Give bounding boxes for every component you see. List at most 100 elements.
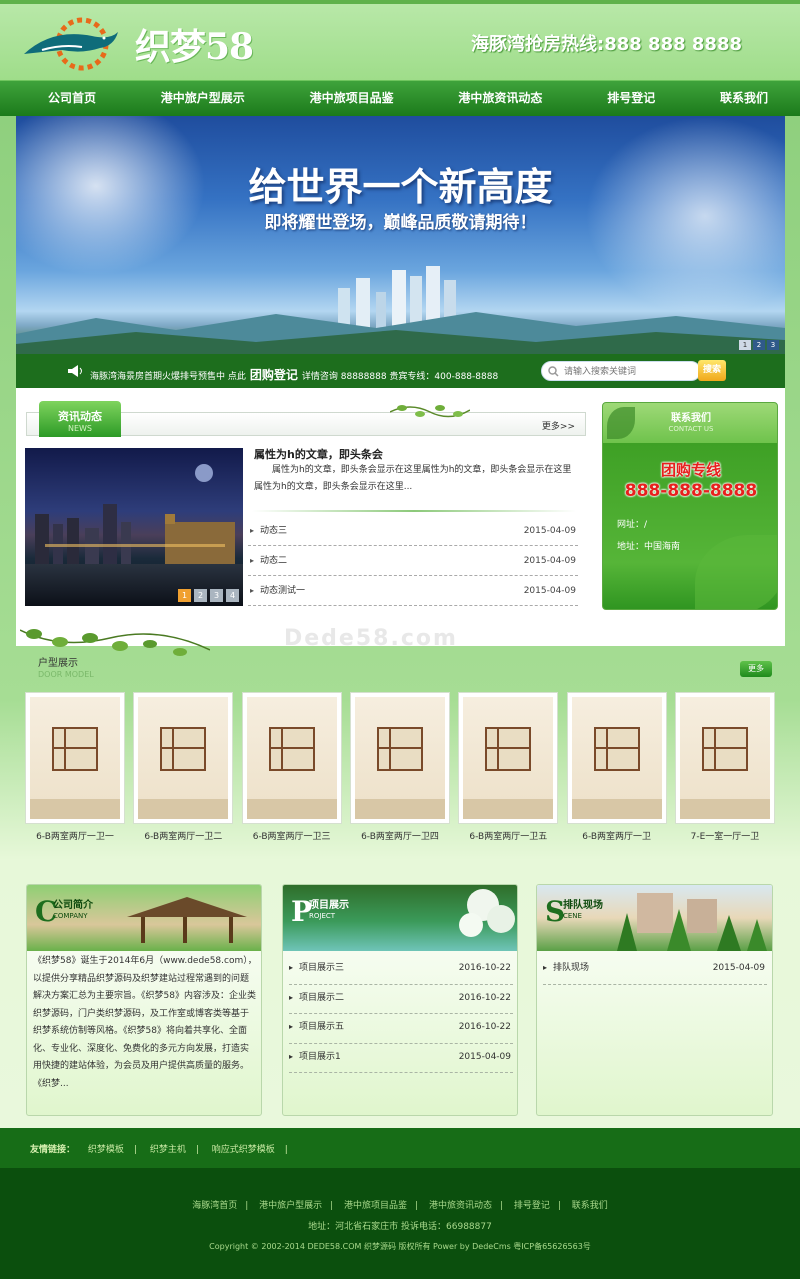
floor-plan-caption[interactable]: 6-B两室两厅一卫一 bbox=[25, 829, 125, 842]
news-title[interactable]: 动态测试一 bbox=[260, 586, 305, 596]
list-item[interactable]: ▸ 项目展示二 2016-10-22 bbox=[289, 985, 513, 1014]
project-title[interactable]: 项目展示 ROJECT bbox=[309, 901, 349, 921]
footer-link[interactable]: 港中旅资讯动态 bbox=[429, 1201, 492, 1211]
watermark: Dede58.com bbox=[284, 626, 458, 651]
company-box: C 公司简介 COMPANY 《织梦58》诞生于2014年6月（www.dede… bbox=[26, 884, 262, 1116]
arrow-right-icon: ▸ bbox=[289, 1022, 294, 1031]
nav-item-news[interactable]: 港中旅资讯动态 bbox=[458, 81, 542, 115]
floor-plan-caption[interactable]: 6-B两室两厅一卫三 bbox=[242, 829, 342, 842]
banner-dot[interactable]: 1 bbox=[739, 340, 751, 350]
dolphin-logo-icon[interactable] bbox=[22, 14, 122, 74]
banner-dot[interactable]: 2 bbox=[753, 340, 765, 350]
floor-plan-caption[interactable]: 7-E一室一厅一卫 bbox=[675, 829, 775, 842]
friend-link[interactable]: 响应式织梦模板 bbox=[212, 1145, 275, 1155]
floor-plan-image[interactable] bbox=[25, 692, 125, 824]
project-date: 2016-10-22 bbox=[458, 1022, 511, 1032]
project-title[interactable]: 项目展示二 bbox=[299, 993, 344, 1003]
floor-plan-image[interactable] bbox=[133, 692, 234, 824]
floor-plan-card[interactable]: 6-B两室两厅一卫四 bbox=[349, 692, 450, 842]
project-title[interactable]: 项目展示1 bbox=[299, 1052, 341, 1062]
news-more-link[interactable]: 更多>> bbox=[542, 419, 575, 432]
door-more-button[interactable]: 更多 bbox=[740, 661, 772, 677]
news-title[interactable]: 动态三 bbox=[260, 526, 287, 536]
footer-link[interactable]: 港中旅户型展示 bbox=[259, 1201, 322, 1211]
divider bbox=[252, 510, 576, 512]
project-date: 2016-10-22 bbox=[458, 963, 511, 973]
floor-plan-image[interactable] bbox=[349, 692, 450, 824]
news-tab[interactable]: 资讯动态 NEWS bbox=[39, 401, 121, 437]
blossom-tree-icon bbox=[459, 889, 515, 937]
hotline: 海豚湾抢房热线:888 888 8888 bbox=[471, 34, 742, 55]
search-button[interactable]: 搜索 bbox=[698, 360, 726, 381]
slide-dot[interactable]: 3 bbox=[210, 589, 223, 602]
door-title-cn: 户型展示 bbox=[38, 658, 78, 669]
scene-title[interactable]: 排队现场 CENE bbox=[563, 901, 603, 921]
news-tab-title: 资讯动态 bbox=[58, 410, 102, 423]
list-item[interactable]: ▸ 项目展示三 2016-10-22 bbox=[289, 955, 513, 985]
contact-address: 地址：中国海南 bbox=[617, 542, 681, 552]
footer-link[interactable]: 联系我们 bbox=[572, 1201, 608, 1211]
floor-plan-card[interactable]: 6-B两室两厅一卫 bbox=[566, 692, 667, 842]
nav-item-home[interactable]: 公司首页 bbox=[48, 81, 96, 115]
tuangou-link[interactable]: 团购登记 bbox=[250, 368, 298, 382]
banner-dot[interactable]: 3 bbox=[767, 340, 779, 350]
main-nav: 公司首页 港中旅户型展示 港中旅项目品鉴 港中旅资讯动态 排号登记 联系我们 bbox=[0, 80, 800, 116]
project-date: 2015-04-09 bbox=[458, 1051, 511, 1062]
search-icon bbox=[548, 366, 559, 377]
floor-plan-gallery: 6-B两室两厅一卫一 6-B两室两厅一卫二 6-B两室两厅一卫三 6-B两室两厅… bbox=[25, 692, 775, 842]
list-item[interactable]: ▸ 动态二 2015-04-09 bbox=[248, 546, 578, 576]
hero-banner[interactable]: 给世界一个新高度 即将耀世登场，巅峰品质敬请期待！ 1 2 3 bbox=[16, 116, 785, 354]
footer-link[interactable]: 排号登记 bbox=[514, 1201, 550, 1211]
floor-plan-card[interactable]: 6-B两室两厅一卫二 bbox=[133, 692, 234, 842]
list-item[interactable]: ▸ 项目展示五 2016-10-22 bbox=[289, 1014, 513, 1044]
project-box: P 项目展示 ROJECT ▸ 项目展示三 2016-10-22 ▸ 项目展示二 201… bbox=[282, 884, 518, 1116]
scene-title[interactable]: 排队现场 bbox=[553, 963, 589, 973]
footer-link[interactable]: 港中旅项目品鉴 bbox=[344, 1201, 407, 1211]
floor-plan-image[interactable] bbox=[241, 692, 342, 824]
list-item[interactable]: ▸ 排队现场 2015-04-09 bbox=[543, 955, 767, 985]
floor-plan-image[interactable] bbox=[566, 692, 667, 824]
scene-title-en: CENE bbox=[563, 912, 582, 920]
arrow-right-icon: ▸ bbox=[289, 963, 294, 972]
list-item[interactable]: ▸ 项目展示1 2015-04-09 bbox=[289, 1044, 513, 1073]
nav-item-project[interactable]: 港中旅项目品鉴 bbox=[310, 81, 394, 115]
news-list: ▸ 动态三 2015-04-09 ▸ 动态二 2015-04-09 ▸ 动态测试一 2015… bbox=[248, 516, 578, 606]
news-slideshow[interactable]: 1 2 3 4 bbox=[25, 448, 243, 606]
floor-plan-caption[interactable]: 6-B两室两厅一卫二 bbox=[133, 829, 233, 842]
floor-plan-card[interactable]: 6-B两室两厅一卫三 bbox=[241, 692, 342, 842]
floor-plan-card[interactable]: 6-B两室两厅一卫五 bbox=[458, 692, 559, 842]
company-title[interactable]: 公司简介 COMPANY bbox=[53, 901, 93, 921]
search-input[interactable] bbox=[564, 364, 694, 379]
scene-title-cn: 排队现场 bbox=[563, 900, 603, 911]
floor-plan-card[interactable]: 7-E一室一厅一卫 bbox=[674, 692, 775, 842]
news-headline[interactable]: 属性为h的文章，即头条会 bbox=[254, 446, 383, 462]
arrow-right-icon: ▸ bbox=[289, 992, 294, 1002]
nav-item-contact[interactable]: 联系我们 bbox=[720, 81, 768, 115]
nav-item-door[interactable]: 港中旅户型展示 bbox=[161, 81, 245, 115]
search-box bbox=[541, 361, 701, 381]
floor-plan-image[interactable] bbox=[458, 692, 559, 824]
list-item[interactable]: ▸ 动态三 2015-04-09 bbox=[248, 516, 578, 546]
contact-phone: 888-888-8888 bbox=[624, 481, 758, 501]
list-item[interactable]: ▸ 动态测试一 2015-04-09 bbox=[248, 576, 578, 606]
ticker-suffix: 详情咨询 88888888 贵宾专线：400-888-8888 bbox=[301, 372, 499, 382]
floor-plan-card[interactable]: 6-B两室两厅一卫一 bbox=[25, 692, 125, 842]
project-title[interactable]: 项目展示五 bbox=[299, 1022, 344, 1032]
floor-plan-caption[interactable]: 6-B两室两厅一卫 bbox=[567, 829, 667, 842]
floor-plan-image[interactable] bbox=[674, 692, 775, 824]
banner-title: 给世界一个新高度 bbox=[248, 164, 553, 209]
company-header: C 公司简介 COMPANY bbox=[27, 885, 261, 951]
slide-dot[interactable]: 2 bbox=[194, 589, 207, 602]
friend-link[interactable]: 织梦模板 bbox=[88, 1145, 124, 1155]
nav-item-register[interactable]: 排号登记 bbox=[607, 81, 655, 115]
slide-dot[interactable]: 4 bbox=[226, 589, 239, 602]
contact-title-en: CONTACT US bbox=[668, 425, 714, 433]
floor-plan-caption[interactable]: 6-B两室两厅一卫五 bbox=[458, 829, 558, 842]
logo-text[interactable]: 织梦58 bbox=[135, 18, 254, 70]
project-title[interactable]: 项目展示三 bbox=[299, 963, 344, 973]
friend-link[interactable]: 织梦主机 bbox=[150, 1145, 186, 1155]
floor-plan-caption[interactable]: 6-B两室两厅一卫四 bbox=[350, 829, 450, 842]
footer-link[interactable]: 海豚湾首页 bbox=[192, 1201, 237, 1211]
news-title[interactable]: 动态二 bbox=[260, 556, 287, 566]
slide-dot[interactable]: 1 bbox=[178, 589, 191, 602]
